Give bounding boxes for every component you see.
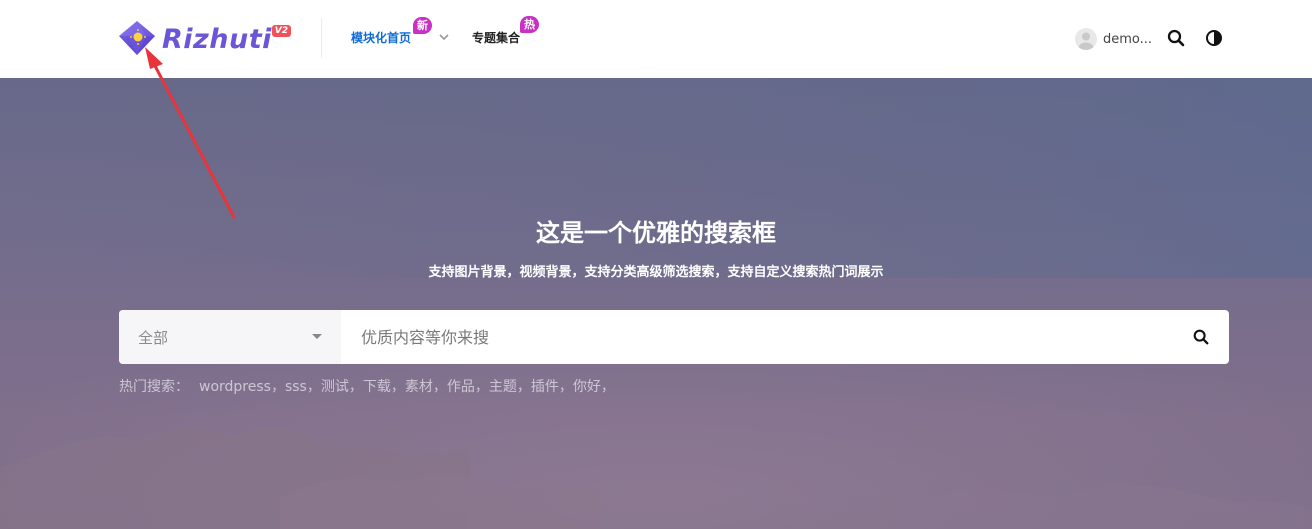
avatar-icon bbox=[1075, 28, 1097, 50]
hot-term-link[interactable]: 主题， bbox=[489, 377, 531, 397]
hot-term-link[interactable]: sss， bbox=[285, 377, 321, 397]
logo-version-badge: V2 bbox=[271, 25, 291, 37]
hot-term-link[interactable]: 测试， bbox=[321, 377, 363, 397]
chevron-down-icon[interactable] bbox=[438, 32, 450, 42]
hero-title: 这是一个优雅的搜索框 bbox=[536, 219, 776, 247]
hero-subtitle: 支持图片背景，视频背景，支持分类高级筛选搜索，支持自定义搜索热门词展示 bbox=[428, 265, 884, 280]
user-name: demo... bbox=[1103, 31, 1153, 47]
site-header: Rizhuti V2 模块化首页 新 专题集合 热 demo... bbox=[0, 0, 1312, 78]
nav-item-topics[interactable]: 专题集合 bbox=[472, 30, 520, 46]
search-icon[interactable] bbox=[1166, 28, 1186, 48]
hot-search-label: 热门搜索： bbox=[119, 379, 189, 395]
hero-search-section: 这是一个优雅的搜索框 支持图片背景，视频背景，支持分类高级筛选搜索，支持自定义搜… bbox=[0, 78, 1312, 529]
nav-item-home[interactable]: 模块化首页 bbox=[351, 30, 411, 46]
category-select[interactable]: 全部 bbox=[119, 310, 341, 364]
hot-term-link[interactable]: wordpress， bbox=[199, 377, 285, 397]
hot-term-link[interactable]: 插件， bbox=[531, 377, 573, 397]
contrast-icon[interactable] bbox=[1204, 28, 1224, 48]
search-input[interactable] bbox=[341, 310, 1173, 364]
site-logo[interactable]: Rizhuti V2 bbox=[116, 18, 291, 58]
search-submit-button[interactable] bbox=[1173, 310, 1229, 364]
hot-term-link[interactable]: 你好， bbox=[573, 377, 615, 397]
search-form: 全部 bbox=[119, 310, 1229, 364]
user-menu[interactable]: demo... bbox=[1075, 27, 1152, 51]
logo-text: Rizhuti bbox=[162, 23, 272, 55]
hot-term-link[interactable]: 素材， bbox=[405, 377, 447, 397]
hot-term-link[interactable]: 下载， bbox=[363, 377, 405, 397]
category-selected-value: 全部 bbox=[138, 328, 169, 347]
hot-term-link[interactable]: 作品， bbox=[447, 377, 489, 397]
header-divider bbox=[321, 18, 322, 58]
hero-background-image bbox=[0, 78, 1312, 529]
search-icon bbox=[1193, 329, 1209, 345]
nav-badge-hot: 热 bbox=[520, 16, 539, 33]
caret-down-icon bbox=[312, 334, 322, 339]
gem-logo-icon bbox=[119, 21, 155, 55]
hot-search-terms: 热门搜索： wordpress， sss， 测试， 下载， 素材， 作品， 主题… bbox=[119, 377, 615, 397]
nav-badge-new: 新 bbox=[413, 17, 432, 34]
